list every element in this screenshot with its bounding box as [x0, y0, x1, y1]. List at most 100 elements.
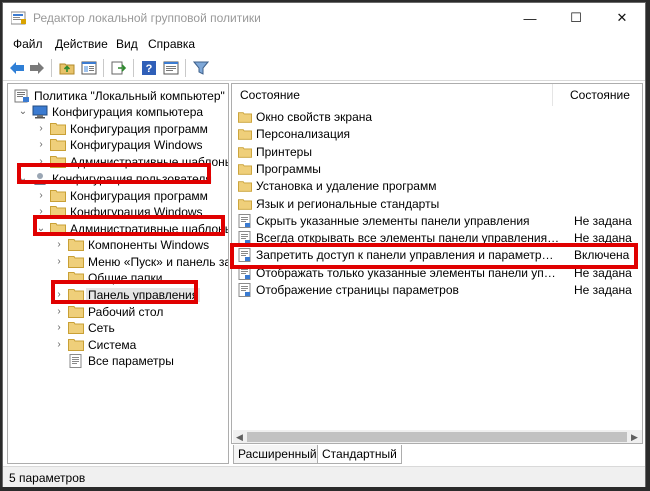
collapsed-arrow-icon[interactable]: ›: [54, 287, 64, 303]
collapsed-arrow-icon[interactable]: ›: [54, 304, 64, 320]
scrollbar-thumb[interactable]: [247, 432, 627, 442]
setting-state: Не задана: [574, 231, 632, 246]
tree-item-computer-config[interactable]: ⌄ Конфигурация компьютера: [8, 104, 228, 120]
tree-item-uc-software[interactable]: › Конфигурация программ: [8, 188, 228, 204]
export-list-icon[interactable]: [109, 58, 129, 78]
collapsed-arrow-icon[interactable]: ›: [36, 188, 46, 204]
tree-item-cc-admin[interactable]: › Административные шаблоны: [8, 154, 228, 170]
tree-label: Общие папки: [88, 271, 163, 285]
expanded-arrow-icon[interactable]: ⌄: [18, 171, 28, 187]
list-policy-row[interactable]: Отображать только указанные элементы пан…: [232, 265, 642, 282]
title-bar[interactable]: Редактор локальной групповой политики — …: [3, 3, 645, 33]
tree-item-cc-windows[interactable]: › Конфигурация Windows: [8, 137, 228, 153]
setting-name: Принтеры: [256, 144, 312, 159]
tree-item-network[interactable]: › Сеть: [8, 320, 228, 336]
collapsed-arrow-icon[interactable]: ›: [54, 237, 64, 253]
collapsed-arrow-icon[interactable]: ›: [36, 121, 46, 137]
folder-icon: [238, 110, 252, 124]
setting-state: Не задана: [574, 213, 632, 228]
settings-list-pane[interactable]: Состояние Состояние Окно свойств экрана П…: [231, 83, 643, 444]
setting-name: Язык и региональные стандарты: [256, 196, 440, 211]
tree-item-cc-software[interactable]: › Конфигурация программ: [8, 121, 228, 137]
collapsed-arrow-icon[interactable]: ›: [54, 337, 64, 353]
list-folder-row[interactable]: Программы: [232, 161, 642, 178]
svg-text:?: ?: [146, 63, 153, 75]
column-header-state[interactable]: Состояние: [570, 84, 630, 106]
setting-name: Отображение страницы параметров: [256, 283, 459, 297]
list-folder-row[interactable]: Установка и удаление программ: [232, 178, 642, 195]
up-folder-icon[interactable]: [57, 58, 77, 78]
scroll-left-icon[interactable]: ◀: [236, 430, 243, 443]
help-icon[interactable]: ?: [139, 58, 159, 78]
tree-item-root[interactable]: Политика "Локальный компьютер": [8, 88, 228, 104]
view-tabs: Расширенный Стандартный: [231, 445, 643, 465]
list-policy-row[interactable]: Всегда открывать все элементы панели упр…: [232, 230, 642, 247]
menu-action[interactable]: Действие: [55, 37, 108, 51]
collapsed-arrow-icon[interactable]: ›: [36, 137, 46, 153]
folder-icon: [68, 288, 84, 302]
expanded-arrow-icon[interactable]: ⌄: [18, 104, 28, 120]
tree-label: Все параметры: [88, 354, 174, 368]
minimize-button[interactable]: —: [507, 3, 553, 33]
setting-state: Не задана: [574, 265, 632, 280]
collapsed-arrow-icon[interactable]: ›: [54, 254, 64, 270]
tree-item-start-menu[interactable]: › Меню «Пуск» и панель задач: [8, 254, 228, 270]
tree-item-uc-windows[interactable]: › Конфигурация Windows: [8, 204, 228, 220]
tree-item-all-settings[interactable]: Все параметры: [8, 353, 228, 369]
list-folder-row[interactable]: Язык и региональные стандарты: [232, 196, 642, 213]
tab-standard[interactable]: Стандартный: [317, 445, 402, 464]
menu-file[interactable]: Файл: [13, 37, 43, 51]
policy-setting-icon: [238, 213, 252, 228]
tab-extended[interactable]: Расширенный: [233, 445, 322, 464]
tree-label: Конфигурация Windows: [70, 138, 203, 152]
list-policy-row[interactable]: Скрыть указанные элементы панели управле…: [232, 213, 642, 230]
tree-item-system[interactable]: › Система: [8, 337, 228, 353]
list-policy-row[interactable]: Отображение страницы параметров Не задана: [232, 282, 642, 299]
scroll-right-icon[interactable]: ▶: [631, 430, 638, 443]
tree-item-user-config[interactable]: ⌄ Конфигурация пользователя: [8, 171, 228, 187]
folder-icon: [238, 197, 252, 211]
tree-item-desktop[interactable]: › Рабочий стол: [8, 304, 228, 320]
tree-label: Компоненты Windows: [88, 238, 210, 252]
expanded-arrow-icon[interactable]: ⌄: [36, 221, 46, 237]
folder-icon: [238, 162, 252, 176]
collapsed-arrow-icon[interactable]: ›: [36, 154, 46, 170]
list-policy-row[interactable]: Запретить доступ к панели управления и п…: [232, 247, 642, 264]
setting-name: Всегда открывать все элементы панели упр…: [256, 231, 560, 246]
column-header-setting[interactable]: Состояние: [240, 84, 300, 106]
user-icon: [32, 172, 48, 186]
setting-name: Отображать только указанные элементы пан…: [256, 265, 560, 280]
filter-icon[interactable]: [191, 58, 211, 78]
policy-setting-icon: [238, 283, 252, 297]
all-settings-icon: [68, 354, 84, 368]
horizontal-scrollbar[interactable]: ◀ ▶: [233, 430, 642, 443]
forward-arrow-icon[interactable]: [27, 58, 47, 78]
folder-icon: [238, 179, 252, 193]
setting-name: Установка и удаление программ: [256, 179, 437, 194]
computer-icon: [32, 105, 48, 119]
tree-item-uc-admin[interactable]: ⌄ Административные шаблоны: [8, 221, 228, 237]
folder-icon: [50, 189, 66, 203]
collapsed-arrow-icon[interactable]: ›: [54, 320, 64, 336]
menu-help[interactable]: Справка: [148, 37, 195, 51]
menu-view[interactable]: Вид: [116, 37, 138, 51]
folder-icon: [50, 122, 66, 136]
folder-icon: [238, 127, 252, 141]
maximize-button[interactable]: ☐: [553, 3, 599, 33]
tree-item-win-components[interactable]: › Компоненты Windows: [8, 237, 228, 253]
folder-icon: [68, 321, 84, 335]
local-policy-icon: [14, 89, 30, 103]
list-folder-row[interactable]: Персонализация: [232, 126, 642, 143]
list-folder-row[interactable]: Окно свойств экрана: [232, 109, 642, 126]
back-arrow-icon[interactable]: [7, 58, 27, 78]
list-folder-row[interactable]: Принтеры: [232, 144, 642, 161]
tree-label: Панель управления: [86, 288, 201, 302]
show-hide-tree-icon[interactable]: [79, 58, 99, 78]
collapsed-arrow-icon[interactable]: ›: [36, 204, 46, 220]
close-button[interactable]: ✕: [599, 3, 645, 33]
properties-icon[interactable]: [161, 58, 181, 78]
tree-item-control-panel[interactable]: › Панель управления: [8, 287, 228, 303]
tree-item-shared-folders[interactable]: Общие папки: [8, 270, 228, 286]
gpedit-app-icon: [10, 11, 27, 25]
tree-pane[interactable]: Политика "Локальный компьютер" ⌄ Конфигу…: [7, 83, 229, 464]
